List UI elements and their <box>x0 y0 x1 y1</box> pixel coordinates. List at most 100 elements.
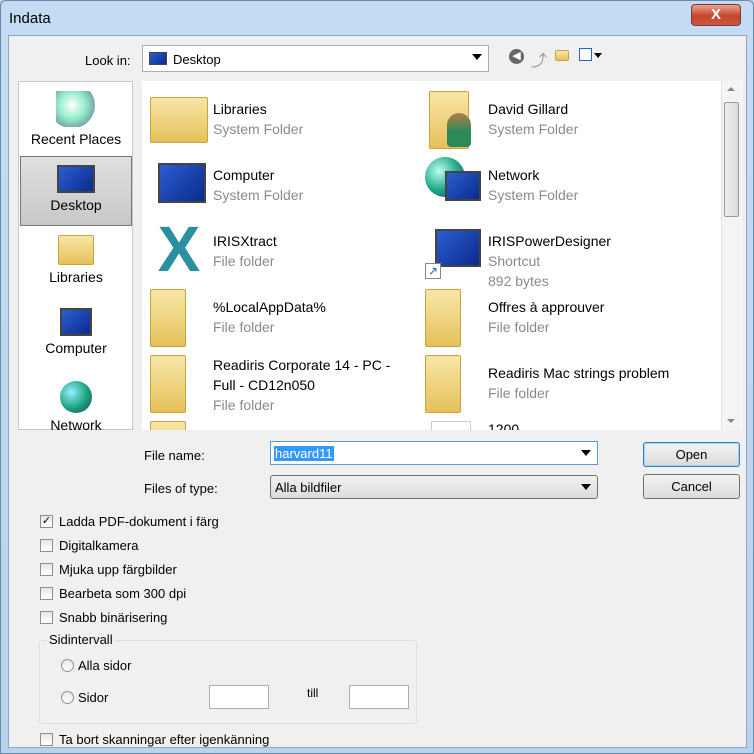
file-item[interactable]: ↗ IRISPowerDesigner Shortcut 892 bytes <box>425 223 695 289</box>
file-list[interactable]: Libraries System Folder David Gillard Syst… <box>142 81 742 430</box>
file-name-value: harvard11 <box>274 446 334 461</box>
place-recent-places[interactable]: Recent Places <box>20 85 132 155</box>
file-name-input[interactable]: harvard11 <box>270 441 598 465</box>
radio[interactable] <box>61 691 74 704</box>
checkbox[interactable] <box>40 733 53 746</box>
option-smooth-color[interactable]: Mjuka upp färgbilder <box>40 562 177 578</box>
dialog-client: Look in: Desktop ◀ ⤴ Recent Places Deskt… <box>8 35 747 748</box>
files-of-type-select[interactable]: Alla bildfiler <box>270 475 598 499</box>
up-folder-icon[interactable]: ⤴ <box>531 47 547 71</box>
file-item[interactable]: David Gillard System Folder <box>425 91 695 153</box>
to-label: till <box>307 686 319 700</box>
place-label: Desktop <box>50 197 102 213</box>
place-network[interactable]: Network <box>20 375 132 445</box>
file-name-label: File name: <box>144 448 205 463</box>
option-pdf-color[interactable]: ✓ Ladda PDF-dokument i färg <box>40 514 219 530</box>
checkbox[interactable]: ✓ <box>40 515 53 528</box>
monitor-icon <box>445 171 481 201</box>
chevron-down-icon <box>472 54 482 60</box>
file-type: System Folder <box>488 121 579 137</box>
folder-icon <box>425 289 461 347</box>
file-type: File folder <box>488 319 550 335</box>
shortcut-icon <box>435 229 481 267</box>
view-menu-icon[interactable] <box>579 48 592 61</box>
folder-icon <box>150 421 186 430</box>
file-type: File folder <box>213 253 275 269</box>
folder-icon <box>425 355 461 413</box>
option-digital-camera[interactable]: Digitalkamera <box>40 538 138 554</box>
checkbox[interactable] <box>40 611 53 624</box>
look-in-value: Desktop <box>173 52 221 67</box>
radio-pages[interactable]: Sidor <box>61 690 108 705</box>
scroll-down-icon[interactable] <box>727 419 735 423</box>
libraries-icon <box>150 97 208 143</box>
page-to-input[interactable] <box>349 685 409 709</box>
file-name: %LocalAppData% <box>213 299 326 315</box>
file-type: System Folder <box>488 187 579 203</box>
file-name: Readiris Corporate 14 - PC - Full - CD12… <box>213 357 391 393</box>
file-item[interactable]: Readiris Corporate 14 - PC - Full - CD12… <box>150 355 420 421</box>
look-in-label: Look in: <box>85 53 131 68</box>
file-type: File folder <box>213 397 275 413</box>
place-label: Libraries <box>49 269 103 285</box>
file-list-scrollbar[interactable] <box>721 81 741 430</box>
window-title: Indata <box>9 10 51 27</box>
place-libraries[interactable]: Libraries <box>20 229 132 299</box>
option-label: Ladda PDF-dokument i färg <box>59 514 219 529</box>
chevron-down-icon[interactable] <box>581 450 591 456</box>
checkbox[interactable] <box>40 539 53 552</box>
file-item[interactable]: Computer System Folder <box>150 157 420 219</box>
libraries-icon <box>58 235 94 265</box>
file-size: 892 bytes <box>488 273 549 289</box>
file-type: System Folder <box>213 187 304 203</box>
radio[interactable] <box>61 659 74 672</box>
folder-icon <box>150 289 186 347</box>
cancel-button[interactable]: Cancel <box>643 474 740 499</box>
option-label: Snabb binärisering <box>59 610 168 625</box>
option-fast-binarization[interactable]: Snabb binärisering <box>40 610 167 626</box>
place-label: Network <box>50 417 102 433</box>
file-name: David Gillard <box>488 101 569 117</box>
file-name: Network <box>488 167 540 183</box>
file-type: File folder <box>213 319 275 335</box>
option-label: Mjuka upp färgbilder <box>59 562 177 577</box>
option-delete-scans[interactable]: Ta bort skanningar efter igenkänning <box>40 732 269 748</box>
file-name: Offres à approuver <box>488 299 605 315</box>
checkbox[interactable] <box>40 563 53 576</box>
scroll-up-icon[interactable] <box>727 87 735 91</box>
option-label: Bearbeta som 300 dpi <box>59 586 187 601</box>
new-folder-icon[interactable] <box>555 50 569 61</box>
recent-places-icon <box>56 91 96 127</box>
file-item[interactable]: 1200 <box>425 421 695 430</box>
file-icon <box>431 421 471 430</box>
scrollbar-thumb[interactable] <box>724 102 739 217</box>
computer-icon <box>158 163 206 203</box>
look-in-combo[interactable]: Desktop <box>142 45 489 72</box>
file-name: 1200 <box>488 421 520 430</box>
page-range-title: Sidintervall <box>47 632 115 647</box>
back-icon[interactable]: ◀ <box>509 49 524 64</box>
view-menu-dropdown-icon[interactable] <box>594 53 602 58</box>
place-computer[interactable]: Computer <box>20 302 132 372</box>
files-of-type-value: Alla bildfiler <box>275 480 342 495</box>
file-item[interactable]: Libraries System Folder <box>150 91 420 153</box>
page-from-input[interactable] <box>209 685 269 709</box>
option-300dpi[interactable]: Bearbeta som 300 dpi <box>40 586 186 602</box>
checkbox[interactable] <box>40 587 53 600</box>
place-label: Computer <box>45 340 107 356</box>
file-item[interactable]: Offres à approuver File folder <box>425 289 695 351</box>
chevron-down-icon <box>581 484 591 490</box>
open-button[interactable]: Open <box>643 442 740 467</box>
file-item[interactable]: Readiris Mac strings problem File folder <box>425 355 695 417</box>
option-label: Digitalkamera <box>59 538 139 553</box>
close-button[interactable]: X <box>691 4 741 26</box>
place-desktop[interactable]: Desktop <box>20 156 132 226</box>
files-of-type-label: Files of type: <box>144 481 218 496</box>
file-item[interactable]: %LocalAppData% File folder <box>150 289 420 351</box>
file-item[interactable]: Network System Folder <box>425 157 695 219</box>
file-item[interactable] <box>150 421 420 430</box>
radio-all-pages[interactable]: Alla sidor <box>61 658 131 673</box>
file-item[interactable]: X IRISXtract File folder <box>150 217 420 285</box>
file-name: Libraries <box>213 101 267 117</box>
computer-icon <box>60 308 92 336</box>
